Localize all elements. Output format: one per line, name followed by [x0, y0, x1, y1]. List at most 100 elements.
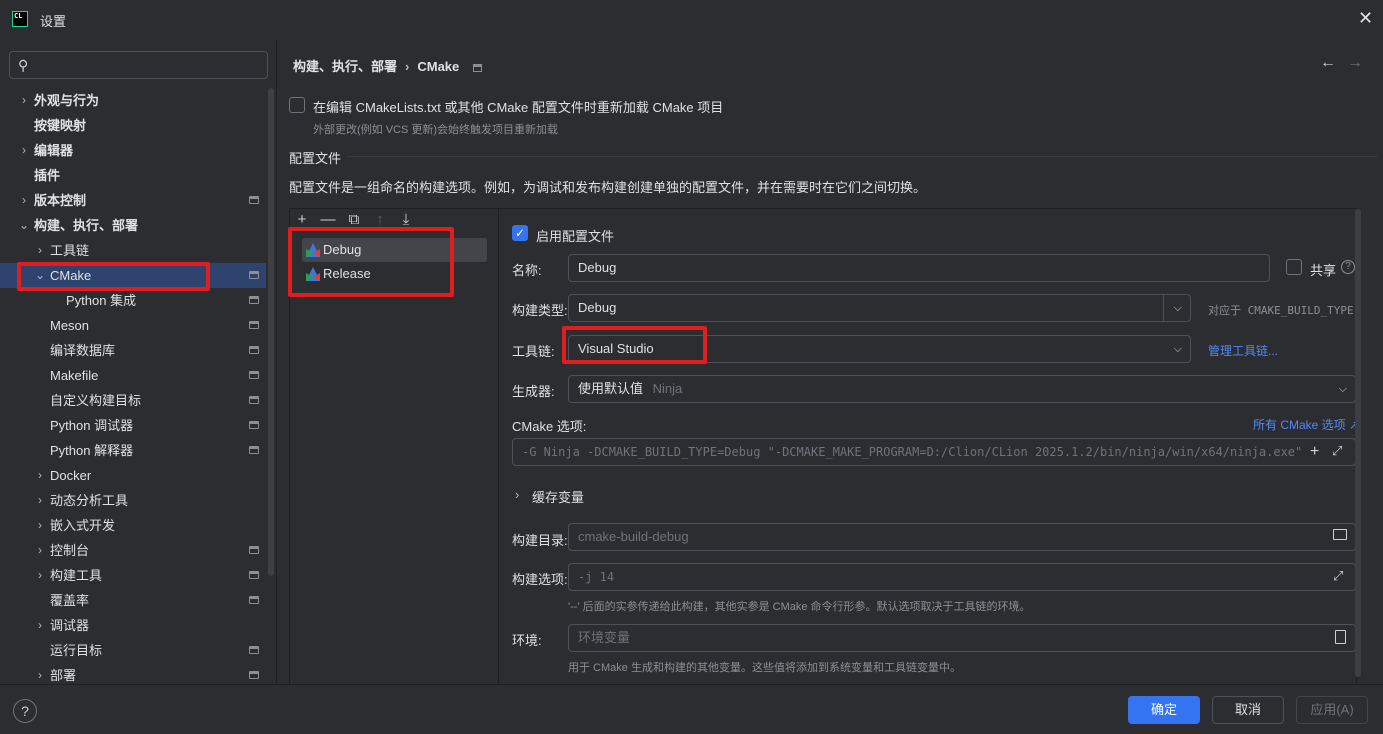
sidebar-item-label: Makefile — [50, 368, 99, 383]
pin-icon — [249, 596, 259, 604]
annotation-box-profiles — [288, 227, 454, 297]
sidebar-item[interactable]: 编译数据库 — [0, 338, 266, 363]
sidebar-item-label: 外观与行为 — [34, 93, 100, 108]
annotation-box-cmake — [17, 262, 210, 291]
sidebar-item-label: 构建、执行、部署 — [34, 218, 139, 233]
sidebar-item[interactable]: Python 解释器 — [0, 438, 266, 463]
sidebar-item[interactable]: › 嵌入式开发 — [0, 513, 266, 538]
pin-icon — [249, 671, 259, 679]
sidebar-item[interactable]: › 工具链 — [0, 238, 266, 263]
back-arrow-icon[interactable]: ← — [1320, 54, 1336, 72]
chevron-right-icon[interactable]: › — [18, 88, 30, 113]
enable-profile-checkbox[interactable]: ✓ — [512, 225, 528, 241]
chevron-right-icon[interactable]: › — [34, 613, 46, 638]
move-up-button[interactable]: ↑ — [371, 212, 389, 228]
sidebar-item[interactable]: › 部署 — [0, 663, 266, 684]
sidebar-item[interactable]: 运行目标 — [0, 638, 266, 663]
sidebar-item-label: Docker — [50, 468, 92, 483]
search-box[interactable]: ⚲ — [9, 51, 268, 79]
all-cmake-options-link[interactable]: 所有 CMake 选项 ↗ — [1253, 416, 1359, 433]
help-icon[interactable]: ? — [1341, 260, 1355, 274]
chevron-right-icon[interactable]: › — [34, 488, 46, 513]
sidebar-item[interactable]: › 编辑器 — [0, 138, 266, 163]
sidebar-item[interactable]: › Docker — [0, 463, 266, 488]
sidebar-item-label: 编辑器 — [34, 143, 74, 158]
copy-profile-button[interactable]: ⧉ — [345, 212, 363, 228]
profile-form: ✓ 启用配置文件 名称: Debug 共享 ? 构建类型: Debug ⌵ 对应… — [499, 209, 1361, 685]
toolchain-label: 工具链: — [512, 344, 555, 359]
generator-default: Ninja — [652, 381, 683, 396]
apply-button[interactable]: 应用(A) — [1296, 696, 1368, 724]
title-bar: CL 设置 ✕ — [0, 0, 1383, 40]
name-input[interactable]: Debug — [568, 254, 1270, 282]
sidebar-item[interactable]: › 调试器 — [0, 613, 266, 638]
chevron-down-icon[interactable]: ⌄ — [18, 213, 30, 238]
add-icon[interactable]: + — [1310, 443, 1319, 461]
reload-on-edit-label[interactable]: 在编辑 CMakeLists.txt 或其他 CMake 配置文件时重新加载 C… — [313, 97, 723, 116]
folder-icon[interactable] — [1333, 529, 1347, 540]
share-checkbox[interactable] — [1286, 259, 1302, 275]
move-down-button[interactable]: ⤓ — [397, 212, 415, 228]
add-profile-button[interactable]: + — [293, 212, 311, 228]
chevron-right-icon[interactable]: › — [34, 238, 46, 263]
sidebar-item[interactable]: › 外观与行为 — [0, 88, 266, 113]
pin-icon — [249, 396, 259, 404]
chevron-right-icon[interactable]: › — [34, 563, 46, 588]
expand-icon[interactable]: ⤢ — [1332, 443, 1342, 459]
build-type-combo[interactable]: Debug ⌵ — [568, 294, 1191, 322]
chevron-right-icon[interactable]: › — [34, 463, 46, 488]
sidebar-item-label: 工具链 — [50, 243, 90, 258]
sidebar-item[interactable]: Makefile — [0, 363, 266, 388]
search-icon: ⚲ — [18, 57, 29, 73]
chevron-right-icon[interactable]: › — [18, 138, 30, 163]
ok-button[interactable]: 确定 — [1128, 696, 1200, 724]
manage-toolchains-link[interactable]: 管理工具链... — [1208, 342, 1278, 359]
sidebar-item[interactable]: › 版本控制 — [0, 188, 266, 213]
enable-profile-label[interactable]: 启用配置文件 — [536, 226, 614, 245]
sidebar-item[interactable]: 覆盖率 — [0, 588, 266, 613]
remove-profile-button[interactable]: — — [319, 212, 337, 228]
search-input[interactable] — [38, 56, 258, 74]
sidebar-item[interactable]: Python 集成 — [0, 288, 266, 313]
environment-hint: 用于 CMake 生成和构建的其他变量。这些值将添加到系统变量和工具链变量中。 — [568, 662, 961, 674]
chevron-right-icon[interactable]: › — [515, 487, 519, 502]
cmake-options-input[interactable]: -G Ninja -DCMAKE_BUILD_TYPE=Debug "-DCMA… — [512, 438, 1356, 466]
sidebar-item[interactable]: 插件 — [0, 163, 266, 188]
cancel-button[interactable]: 取消 — [1212, 696, 1284, 724]
clion-logo-icon: CL — [12, 11, 28, 27]
sidebar-item[interactable]: › 控制台 — [0, 538, 266, 563]
generator-combo[interactable]: 使用默认值 Ninja ⌵ — [568, 375, 1356, 403]
sidebar-item[interactable]: Python 调试器 — [0, 413, 266, 438]
chevron-right-icon[interactable]: › — [34, 663, 46, 684]
document-icon[interactable] — [1335, 630, 1346, 644]
build-dir-input[interactable]: cmake-build-debug — [568, 523, 1356, 551]
sidebar-item[interactable]: 按键映射 — [0, 113, 266, 138]
sidebar-item[interactable]: 自定义构建目标 — [0, 388, 266, 413]
share-label[interactable]: 共享 — [1310, 260, 1336, 279]
sidebar-scrollbar[interactable] — [268, 88, 274, 576]
sidebar-item[interactable]: › 构建工具 — [0, 563, 266, 588]
reload-on-edit-checkbox[interactable] — [289, 97, 305, 113]
environment-input[interactable]: 环境变量 — [568, 624, 1356, 652]
sidebar-item[interactable]: Meson — [0, 313, 266, 338]
chevron-right-icon[interactable]: › — [34, 513, 46, 538]
form-scrollbar[interactable] — [1355, 209, 1361, 677]
chevron-right-icon[interactable]: › — [18, 188, 30, 213]
environment-placeholder: 环境变量 — [578, 630, 631, 645]
breadcrumb-current: CMake — [417, 59, 460, 74]
sidebar-item-label: 部署 — [50, 668, 77, 683]
build-options-input[interactable]: -j 14 — [568, 563, 1356, 591]
build-options-hint: '--' 后面的实参传递给此构建，其他实参是 CMake 命令行形参。默认选项取… — [568, 601, 1031, 613]
breadcrumb-parent[interactable]: 构建、执行、部署 — [293, 59, 397, 74]
chevron-right-icon[interactable]: › — [34, 538, 46, 563]
close-icon[interactable]: ✕ — [1358, 9, 1373, 27]
build-type-label: 构建类型: — [512, 303, 568, 318]
forward-arrow-icon[interactable]: → — [1347, 54, 1363, 72]
sidebar-item[interactable]: › 动态分析工具 — [0, 488, 266, 513]
expand-icon[interactable]: ⤢ — [1333, 568, 1343, 584]
dialog-footer: ? 确定 取消 应用(A) — [0, 684, 1383, 734]
cache-variables-toggle[interactable]: 缓存变量 — [532, 487, 584, 506]
help-button[interactable]: ? — [13, 699, 37, 723]
sidebar-item[interactable]: ⌄ 构建、执行、部署 — [0, 213, 266, 238]
sidebar-item-label: 版本控制 — [34, 193, 87, 208]
